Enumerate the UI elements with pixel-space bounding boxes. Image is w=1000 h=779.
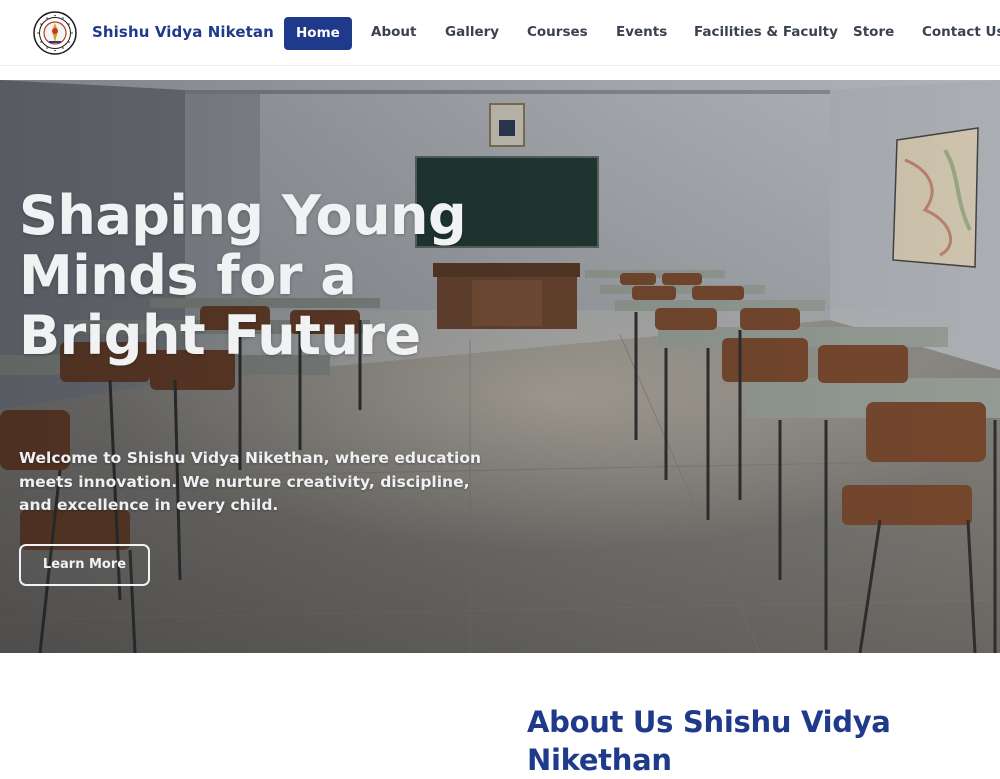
nav-events[interactable]: Events	[616, 24, 667, 40]
school-emblem-icon[interactable]	[33, 11, 77, 55]
hero-subtitle: Welcome to Shishu Vidya Nikethan, where …	[19, 449, 482, 514]
nav-courses[interactable]: Courses	[527, 24, 588, 40]
learn-more-button[interactable]: Learn More	[19, 544, 150, 586]
site-header: Shishu Vidya Niketan Home About Gallery …	[0, 0, 1000, 66]
nav-contact-us[interactable]: Contact Us	[922, 24, 1000, 40]
nav-gallery[interactable]: Gallery	[445, 24, 499, 40]
nav-about[interactable]: About	[371, 24, 416, 40]
brand-name[interactable]: Shishu Vidya Niketan	[92, 23, 274, 41]
nav-home[interactable]: Home	[284, 17, 352, 50]
hero-title: Shaping Young Minds for a Bright Future	[19, 184, 467, 367]
hero-section: Shaping Young Minds for a Bright Future …	[0, 80, 1000, 653]
nav-store[interactable]: Store	[853, 24, 894, 40]
nav-facilities-faculty[interactable]: Facilities & Faculty	[694, 24, 838, 40]
about-title: About Us Shishu Vidya Nikethan	[527, 705, 891, 777]
